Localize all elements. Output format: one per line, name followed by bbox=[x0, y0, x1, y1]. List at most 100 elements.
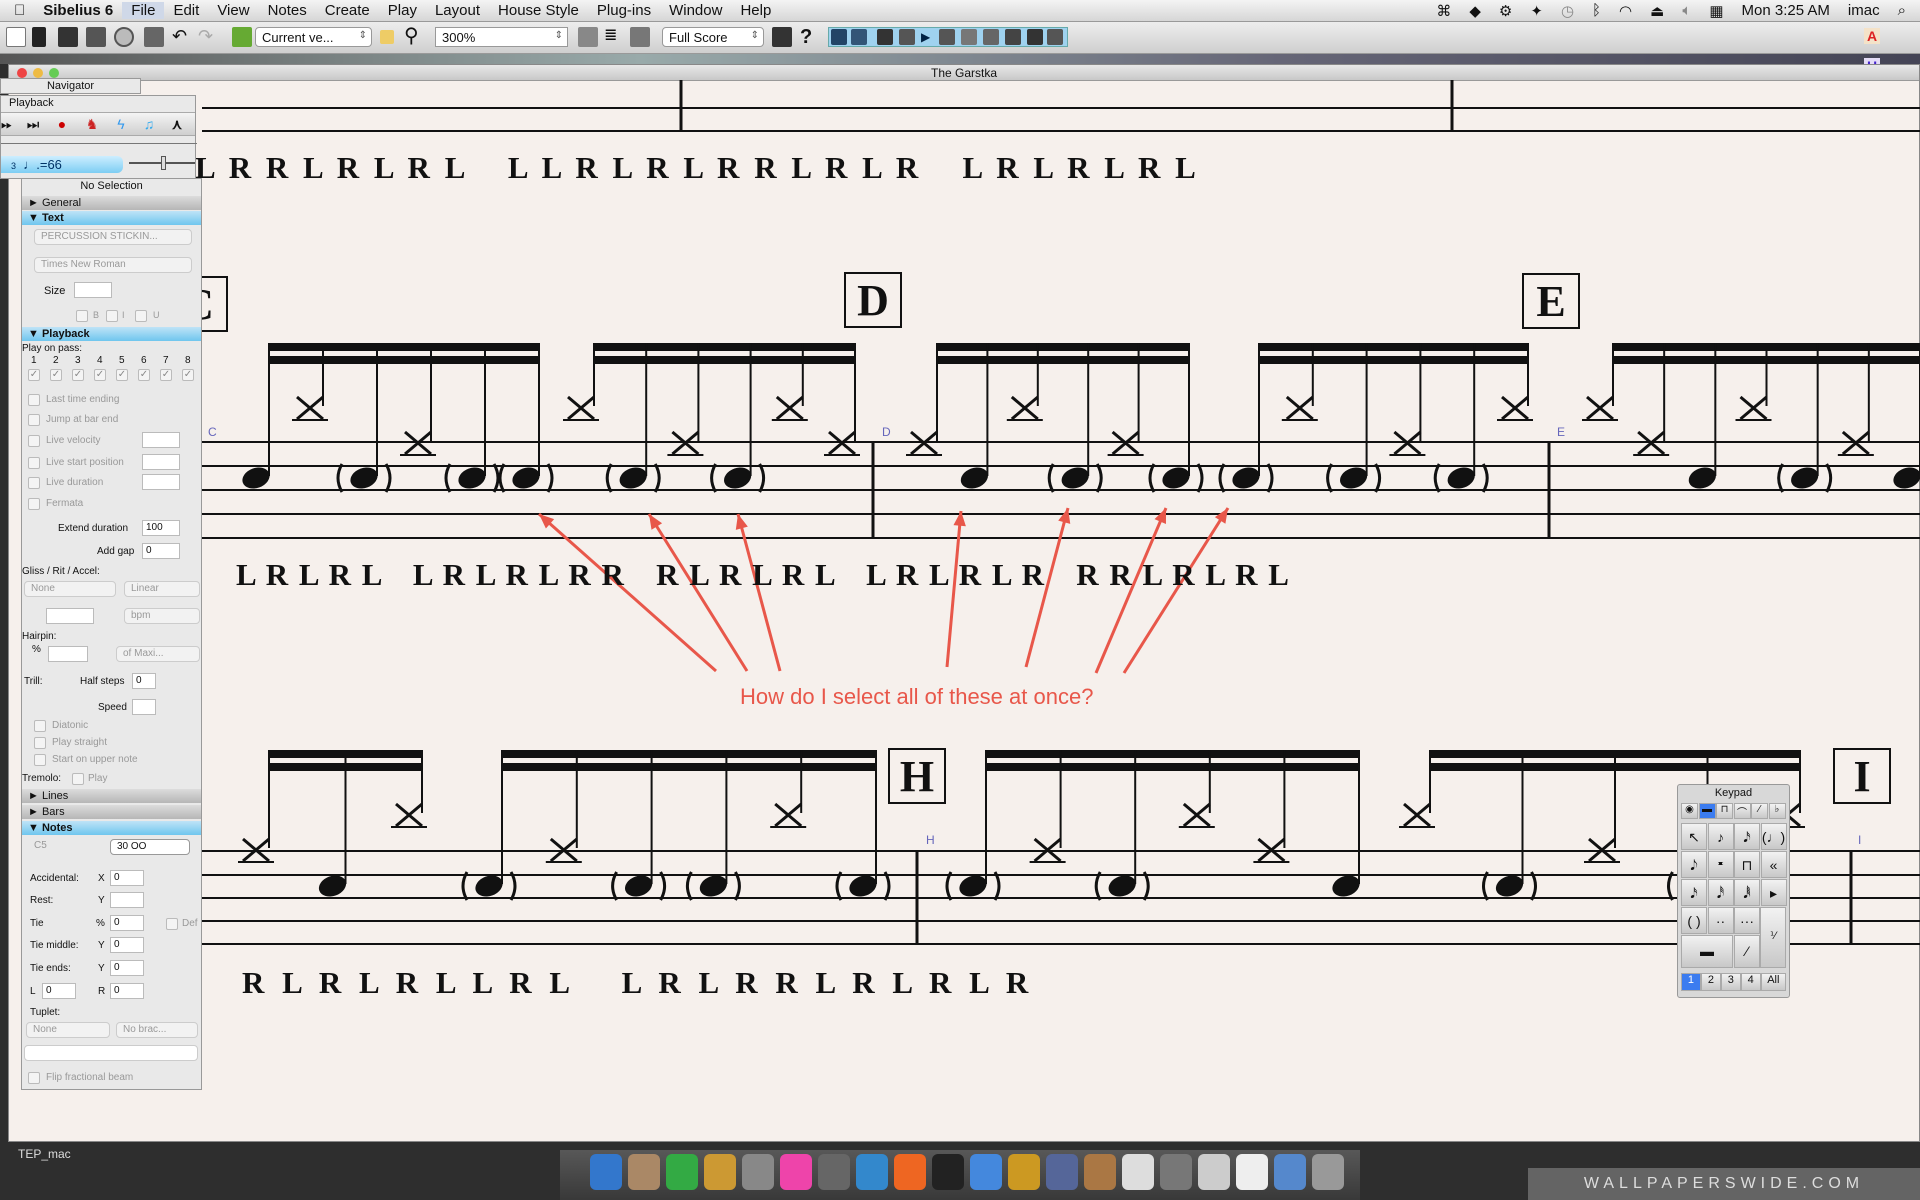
rit-value-field[interactable] bbox=[46, 608, 94, 624]
ghost-note-paren[interactable] bbox=[546, 463, 554, 493]
dock-app-icon[interactable] bbox=[1084, 1154, 1116, 1190]
text-style-dropdown[interactable]: PERCUSSION STICKIN... bbox=[34, 229, 192, 245]
hairpin-of-dropdown[interactable]: of Maxi... bbox=[116, 646, 200, 662]
live-velocity-field[interactable] bbox=[142, 432, 180, 448]
sticking-row-2[interactable]: L R L R L L R L R L R R R L R L R L L R … bbox=[236, 557, 1289, 593]
dock-app-icon[interactable] bbox=[742, 1154, 774, 1190]
ghost-note-paren[interactable] bbox=[1530, 871, 1537, 901]
ghost-note-paren[interactable] bbox=[883, 871, 891, 901]
keypad-key-slash[interactable]: ⁄ bbox=[1734, 935, 1760, 968]
ghost-note-paren[interactable] bbox=[498, 463, 506, 493]
dock-app-icon[interactable] bbox=[590, 1154, 622, 1190]
tremolo-play-checkbox[interactable] bbox=[72, 773, 84, 785]
hairpin-field[interactable] bbox=[48, 646, 88, 662]
note-head[interactable] bbox=[455, 464, 488, 492]
tempo-slider[interactable] bbox=[129, 156, 195, 170]
ghost-note-paren[interactable] bbox=[993, 871, 1001, 901]
keypad-layout-4[interactable]: 4 bbox=[1740, 973, 1761, 991]
note-head[interactable] bbox=[1159, 464, 1192, 492]
keypad-key-tie[interactable]: ▬ bbox=[1681, 935, 1733, 968]
x-note-head[interactable] bbox=[774, 802, 803, 828]
ghost-note-paren[interactable] bbox=[685, 871, 693, 901]
ghost-note-paren[interactable] bbox=[1047, 463, 1055, 493]
rit-unit-dropdown[interactable]: bpm bbox=[124, 608, 200, 624]
pass-checkbox[interactable]: ✓ bbox=[28, 369, 40, 381]
dock-app-icon[interactable] bbox=[628, 1154, 660, 1190]
note-head[interactable] bbox=[1788, 464, 1821, 492]
italic-checkbox[interactable] bbox=[106, 310, 118, 322]
note-head[interactable] bbox=[1686, 464, 1719, 492]
section-lines[interactable]: ► Lines bbox=[22, 789, 201, 803]
note-head[interactable] bbox=[846, 872, 879, 900]
note-head[interactable] bbox=[347, 464, 380, 492]
note-head[interactable] bbox=[697, 872, 730, 900]
note-head[interactable] bbox=[1493, 872, 1526, 900]
ghost-note-paren[interactable] bbox=[1196, 463, 1204, 493]
fast-forward-icon[interactable]: ⏩︎ bbox=[1, 113, 19, 135]
note-head[interactable] bbox=[472, 872, 505, 900]
tuplet-bracket-dropdown[interactable]: No brac... bbox=[116, 1022, 198, 1038]
ghost-note-paren[interactable] bbox=[509, 871, 517, 901]
note-head[interactable] bbox=[1890, 464, 1920, 492]
flip-beam-checkbox[interactable] bbox=[28, 1072, 40, 1084]
x-note-head[interactable] bbox=[1739, 395, 1768, 421]
ghost-note-paren[interactable] bbox=[605, 463, 613, 493]
click-icon[interactable]: ♫ bbox=[135, 113, 163, 135]
note-head[interactable] bbox=[1329, 872, 1362, 900]
note-head[interactable] bbox=[239, 464, 272, 492]
ghost-note-paren[interactable] bbox=[336, 463, 344, 493]
dock-app-icon[interactable] bbox=[1160, 1154, 1192, 1190]
size-field[interactable] bbox=[74, 282, 112, 298]
ghost-note-paren[interactable] bbox=[1825, 463, 1833, 493]
ghost-note-paren[interactable] bbox=[734, 871, 741, 901]
ghost-note-paren[interactable] bbox=[659, 871, 667, 901]
live-duration-checkbox[interactable] bbox=[28, 477, 40, 489]
ghost-note-paren[interactable] bbox=[492, 463, 500, 493]
keypad-tab[interactable]: ⌒ bbox=[1733, 803, 1751, 819]
x-note-head[interactable] bbox=[567, 395, 595, 421]
ghost-note-paren[interactable] bbox=[1095, 463, 1103, 493]
jump-checkbox[interactable] bbox=[28, 414, 40, 426]
keypad-tab[interactable]: ♭ bbox=[1768, 803, 1786, 819]
note-head[interactable] bbox=[721, 464, 754, 492]
x-note-head[interactable] bbox=[1182, 802, 1211, 828]
record-icon[interactable]: ● bbox=[47, 113, 77, 135]
keypad-tab[interactable]: ◉ bbox=[1681, 803, 1698, 819]
rehearsal-mark-d[interactable]: D bbox=[844, 272, 902, 328]
ghost-note-paren[interactable] bbox=[758, 463, 766, 493]
note-head[interactable] bbox=[1059, 464, 1092, 492]
x-note-head[interactable] bbox=[1403, 802, 1431, 828]
ghost-note-paren[interactable] bbox=[1481, 463, 1489, 493]
live-tempo-icon[interactable]: ♞ bbox=[77, 113, 107, 135]
ghost-note-paren[interactable] bbox=[1218, 463, 1226, 493]
x-note-head[interactable] bbox=[296, 395, 324, 421]
keypad-tab[interactable]: ▬ bbox=[1698, 803, 1716, 819]
ghost-note-paren[interactable] bbox=[835, 871, 843, 901]
dock-app-icon[interactable] bbox=[856, 1154, 888, 1190]
keypad-layout-2[interactable]: 2 bbox=[1700, 973, 1721, 991]
tie-ends-field[interactable]: 0 bbox=[110, 960, 144, 976]
dock-app-icon[interactable] bbox=[1122, 1154, 1154, 1190]
pass-checkbox[interactable]: ✓ bbox=[116, 369, 128, 381]
dock-app-icon[interactable] bbox=[818, 1154, 850, 1190]
tie-right-field[interactable]: 0 bbox=[110, 983, 144, 999]
dock-app-icon[interactable] bbox=[704, 1154, 736, 1190]
keypad-layout-1[interactable]: 1 bbox=[1681, 973, 1701, 991]
ghost-note-paren[interactable] bbox=[461, 871, 469, 901]
rehearsal-mark-e[interactable]: E bbox=[1522, 273, 1580, 329]
keypad-key-beam[interactable]: ⅟ bbox=[1760, 907, 1786, 968]
note-head[interactable] bbox=[617, 464, 650, 492]
section-playback[interactable]: ▼ Playback bbox=[22, 327, 201, 341]
bold-checkbox[interactable] bbox=[76, 310, 88, 322]
note-head[interactable] bbox=[958, 464, 991, 492]
keypad-key[interactable]: ··· bbox=[1734, 907, 1760, 934]
keypad-key[interactable]: 𝄺 bbox=[1707, 851, 1734, 878]
ghost-note-paren[interactable] bbox=[1667, 871, 1674, 901]
tie-field[interactable]: 0 bbox=[110, 915, 144, 931]
keypad-layout-3[interactable]: 3 bbox=[1720, 973, 1741, 991]
ghost-note-paren[interactable] bbox=[444, 463, 452, 493]
live-velocity-checkbox[interactable] bbox=[28, 435, 40, 447]
font-dropdown[interactable]: Times New Roman bbox=[34, 257, 192, 273]
keypad-key[interactable]: (♩) bbox=[1760, 823, 1787, 850]
note-head[interactable] bbox=[622, 872, 655, 900]
